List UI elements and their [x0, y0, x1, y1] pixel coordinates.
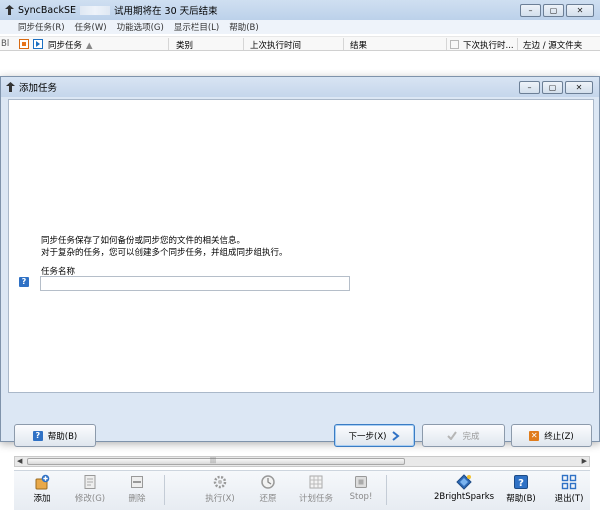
dialog-titlebar: 添加任务 – ▢ ✕ [1, 77, 599, 97]
dialog-window-controls: – ▢ ✕ [519, 81, 593, 94]
column-last-run[interactable]: 上次执行时间 [250, 39, 301, 51]
calendar-grid-icon [309, 475, 323, 489]
schedule-checkbox-icon [450, 40, 459, 49]
menu-sync-tasks[interactable]: 同步任务(R) [18, 21, 65, 33]
restore-button[interactable]: 还原 [248, 474, 288, 504]
dialog-close-button[interactable]: ✕ [565, 81, 593, 94]
main-window-controls: – ▢ ✕ [520, 4, 594, 17]
stop-icon [355, 476, 367, 488]
cancel-button[interactable]: ✕ 终止(Z) [511, 424, 592, 447]
delete-button[interactable]: 删除 [117, 474, 157, 504]
menu-columns[interactable]: 显示栏目(L) [174, 21, 219, 33]
sort-asc-icon: ▲ [86, 41, 93, 51]
dialog-minimize-button[interactable]: – [519, 81, 540, 94]
task-list-header: Bl 同步任务 ▲ 类别 上次执行时间 结果 下次执行时... 左边 / 源文件夹 [0, 36, 600, 51]
menu-tasks[interactable]: 任务(W) [75, 21, 107, 33]
help-icon: ? [32, 430, 43, 441]
modify-icon [84, 475, 96, 489]
dialog-maximize-button[interactable]: ▢ [542, 81, 563, 94]
main-titlebar: SyncBackSE 试用期将在 30 天后结束 – ▢ ✕ [0, 0, 600, 20]
header-edge-text: Bl [1, 39, 10, 49]
maximize-button[interactable]: ▢ [543, 4, 564, 17]
add-task-dialog: 添加任务 – ▢ ✕ 同步任务保存了如何备份或同步您的文件的相关信息。 对于复杂… [0, 76, 600, 447]
dialog-body: 同步任务保存了如何备份或同步您的文件的相关信息。 对于复杂的任务，您可以创建多个… [8, 99, 594, 471]
close-button[interactable]: ✕ [566, 4, 594, 17]
syncback-app-icon [6, 82, 15, 92]
help-button[interactable]: ? 帮助(B) [501, 474, 541, 504]
exit-grid-icon [561, 474, 577, 490]
modify-button[interactable]: 修改(G) [70, 474, 110, 504]
column-left-source[interactable]: 左边 / 源文件夹 [523, 39, 582, 51]
syncback-app-icon [5, 5, 14, 15]
finish-button[interactable]: 完成 [422, 424, 505, 447]
run-button[interactable]: 执行(X) [200, 474, 240, 504]
next-button[interactable]: 下一步(X) [334, 424, 415, 447]
menu-help[interactable]: 帮助(B) [229, 21, 258, 33]
dialog-intro: 同步任务保存了如何备份或同步您的文件的相关信息。 对于复杂的任务，您可以创建多个… [41, 235, 288, 259]
menu-bar: 同步任务(R) 任务(W) 功能选项(G) 显示栏目(L) 帮助(B) [0, 20, 600, 34]
checkmark-icon [447, 431, 458, 440]
main-title: SyncBackSE [18, 4, 76, 16]
orange-task-icon [19, 39, 29, 49]
cancel-x-icon: ✕ [529, 430, 540, 441]
dialog-title: 添加任务 [19, 83, 58, 94]
clock-restore-icon [261, 475, 275, 489]
stop-button[interactable]: Stop! [341, 474, 381, 502]
gear-icon [213, 475, 227, 489]
field-help-icon[interactable]: ? [19, 277, 29, 287]
brand-button[interactable]: 2BrightSparks [434, 474, 494, 502]
chevron-right-icon [392, 430, 401, 441]
dialog-content-panel: 同步任务保存了如何备份或同步您的文件的相关信息。 对于复杂的任务，您可以创建多个… [8, 99, 594, 393]
svg-text:?: ? [518, 478, 524, 489]
blue-task-icon [33, 39, 43, 49]
minimize-button[interactable]: – [520, 4, 541, 17]
dialog-help-button[interactable]: ? 帮助(B) [14, 424, 96, 447]
task-name-input[interactable] [40, 276, 350, 291]
add-task-icon [35, 474, 50, 490]
bottom-toolbar: 添加 修改(G) 删除 执行(X) 还原 计划任务 Stop! 2BrightS… [14, 470, 590, 510]
add-button[interactable]: 添加 [22, 474, 62, 504]
column-next-run[interactable]: 下次执行时... [463, 39, 514, 51]
trial-notice: 试用期将在 30 天后结束 [114, 6, 218, 17]
exit-button[interactable]: 退出(T) [549, 474, 589, 504]
schedule-button[interactable]: 计划任务 [294, 474, 338, 504]
column-result[interactable]: 结果 [350, 39, 367, 51]
menu-options[interactable]: 功能选项(G) [117, 21, 164, 33]
delete-icon [131, 476, 143, 488]
2brightsparks-logo-icon [456, 474, 472, 490]
intro-line-2: 对于复杂的任务，您可以创建多个同步任务，并组成同步组执行。 [41, 248, 288, 258]
column-category[interactable]: 类别 [176, 39, 193, 51]
column-sync-task[interactable]: 同步任务 ▲ [48, 39, 93, 51]
intro-line-1: 同步任务保存了如何备份或同步您的文件的相关信息。 [41, 236, 246, 246]
help-icon: ? [514, 475, 528, 489]
blurred-title-region [80, 5, 110, 15]
